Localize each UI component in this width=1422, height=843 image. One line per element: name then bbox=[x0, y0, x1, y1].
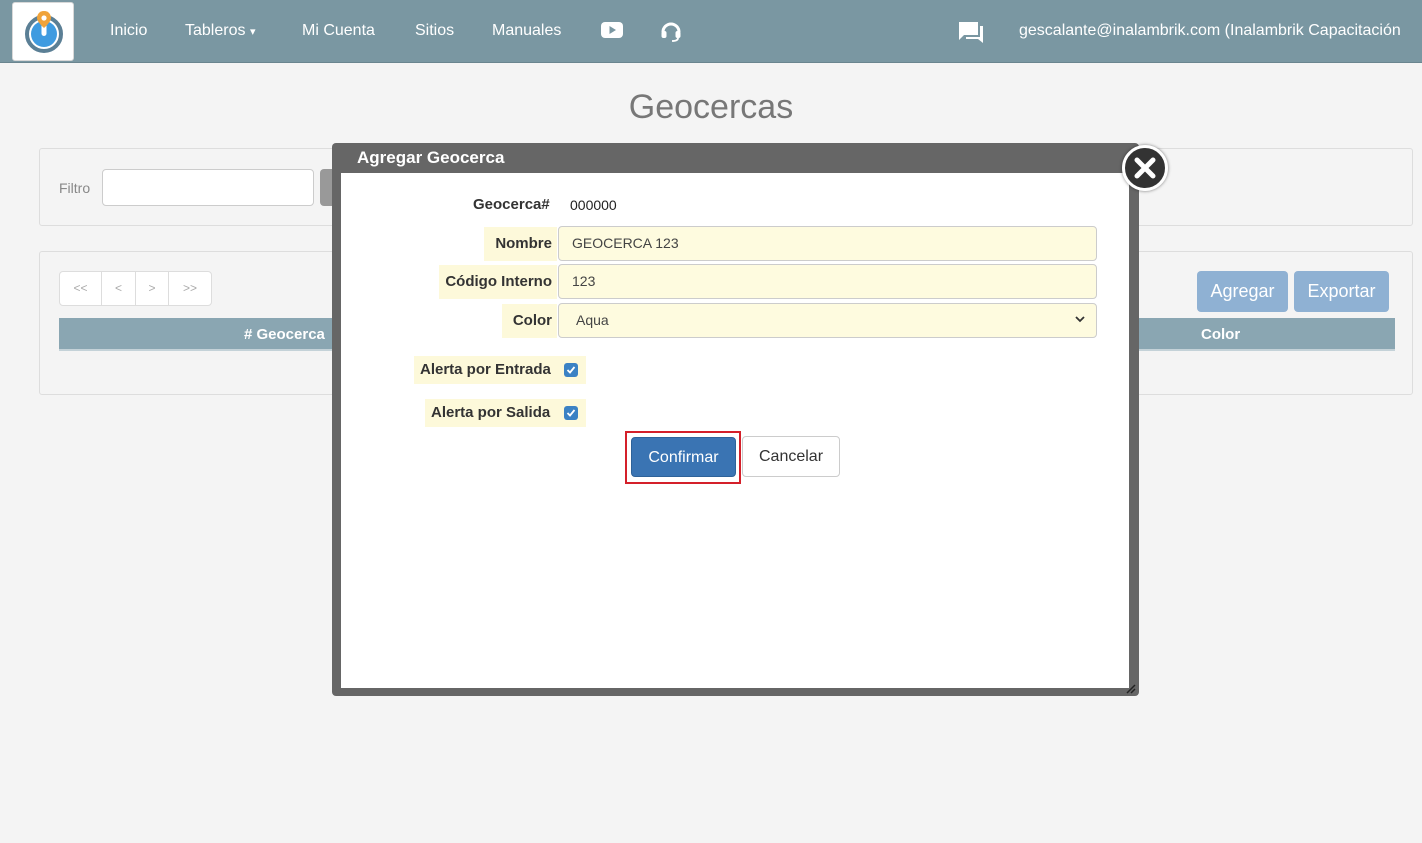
confirm-button[interactable]: Confirmar bbox=[631, 437, 736, 477]
filter-input[interactable] bbox=[102, 169, 314, 206]
nombre-input[interactable]: GEOCERCA 123 bbox=[558, 226, 1097, 261]
check-icon bbox=[566, 366, 576, 374]
headset-icon[interactable] bbox=[660, 20, 682, 47]
top-navbar: Inicio Tableros ▾ Mi Cuenta Sitios Manua… bbox=[0, 0, 1422, 63]
dialog-title: Agregar Geocerca bbox=[357, 148, 505, 167]
nombre-label: Nombre bbox=[484, 227, 557, 261]
page-title: Geocercas bbox=[628, 88, 794, 126]
power-logo-icon bbox=[25, 11, 63, 53]
color-label: Color bbox=[502, 304, 557, 338]
geocerca-number-label: Geocerca# bbox=[473, 196, 550, 213]
last-page-button[interactable]: >> bbox=[169, 272, 211, 305]
alerta-salida-label: Alerta por Salida bbox=[431, 404, 551, 421]
app-logo[interactable] bbox=[12, 2, 74, 61]
codigo-interno-input[interactable]: 123 bbox=[558, 264, 1097, 299]
alerta-salida-checkbox[interactable] bbox=[564, 406, 578, 420]
check-icon bbox=[566, 409, 576, 417]
column-color[interactable]: Color bbox=[1201, 326, 1240, 343]
nav-tableros-label: Tableros bbox=[185, 22, 246, 39]
color-select-value: Aqua bbox=[576, 312, 609, 328]
color-select[interactable]: Aqua bbox=[558, 303, 1097, 338]
youtube-icon[interactable] bbox=[601, 22, 623, 43]
user-account-menu[interactable]: gescalante@inalambrik.com (Inalambrik Ca… bbox=[1019, 22, 1401, 40]
filter-label: Filtro bbox=[59, 180, 91, 196]
resize-grip-icon[interactable] bbox=[1124, 682, 1136, 694]
nav-tableros[interactable]: Tableros ▾ bbox=[185, 22, 255, 40]
geocerca-number-value: 000000 bbox=[570, 197, 617, 213]
close-dialog-button[interactable] bbox=[1122, 145, 1168, 191]
cancel-button[interactable]: Cancelar bbox=[742, 436, 840, 477]
chat-icon[interactable] bbox=[958, 20, 984, 49]
alerta-entrada-label: Alerta por Entrada bbox=[420, 361, 551, 378]
alerta-salida-row: Alerta por Salida bbox=[425, 399, 586, 427]
nav-sitios[interactable]: Sitios bbox=[415, 22, 454, 40]
first-page-button[interactable]: << bbox=[60, 272, 102, 305]
chevron-down-icon bbox=[1075, 316, 1085, 323]
add-button[interactable]: Agregar bbox=[1197, 271, 1288, 312]
prev-page-button[interactable]: < bbox=[102, 272, 136, 305]
column-geocerca[interactable]: # Geocerca bbox=[244, 326, 325, 343]
nav-inicio[interactable]: Inicio bbox=[110, 22, 147, 40]
alerta-entrada-row: Alerta por Entrada bbox=[414, 356, 586, 384]
caret-down-icon: ▾ bbox=[249, 26, 256, 38]
next-page-button[interactable]: > bbox=[136, 272, 169, 305]
codigo-interno-label: Código Interno bbox=[439, 265, 557, 299]
nav-manuales[interactable]: Manuales bbox=[492, 22, 561, 40]
close-icon bbox=[1134, 157, 1156, 179]
pagination: << < > >> bbox=[59, 271, 212, 306]
alerta-entrada-checkbox[interactable] bbox=[564, 363, 578, 377]
nav-mi-cuenta[interactable]: Mi Cuenta bbox=[302, 22, 375, 40]
export-button[interactable]: Exportar bbox=[1294, 271, 1389, 312]
